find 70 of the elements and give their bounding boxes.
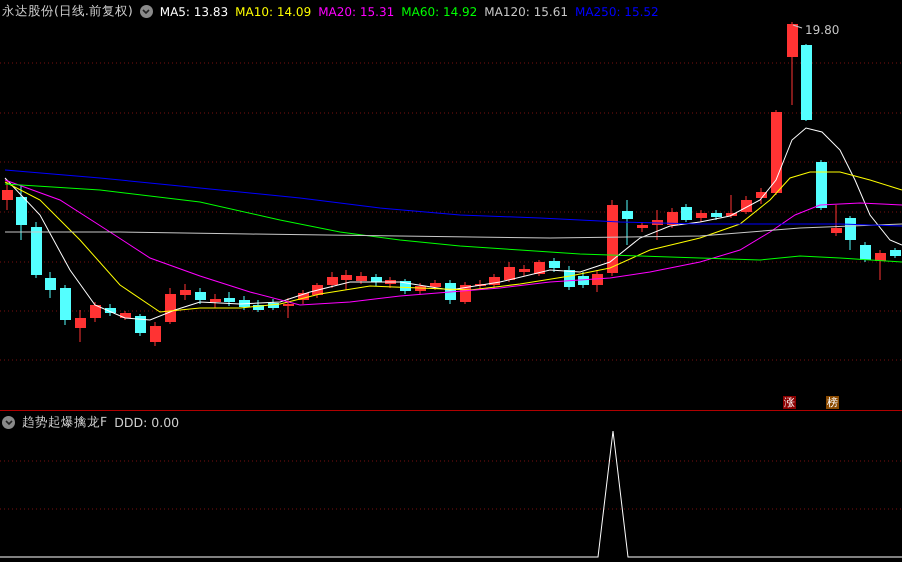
candlestick (622, 200, 633, 246)
candlestick (312, 282, 323, 298)
indicator-title: 趋势起爆擒龙F (22, 414, 108, 431)
candlestick (298, 290, 309, 304)
candlestick (371, 274, 382, 286)
candlestick (400, 278, 411, 294)
candlestick (564, 266, 575, 290)
candlestick (845, 216, 856, 250)
candlestick (90, 302, 101, 322)
candlestick (741, 196, 752, 214)
candlestick (60, 284, 71, 326)
candlestick (283, 298, 294, 318)
candlestick (519, 264, 530, 276)
candlestick (356, 272, 367, 284)
candlestick (253, 300, 264, 312)
ma-legend-label: MA250: 15.52 (574, 4, 659, 18)
candlestick (475, 280, 486, 290)
candlestick (726, 194, 737, 218)
candlestick (268, 298, 279, 310)
high-price-label: 19.80 (805, 23, 840, 37)
candlestick (135, 314, 146, 336)
chevron-down-icon[interactable] (2, 416, 15, 429)
ma-legend-label: MA120: 15.61 (484, 4, 568, 18)
candlestick (327, 272, 338, 288)
candlestick (120, 310, 131, 320)
ma-legend-label: MA5: 13.83 (160, 4, 228, 18)
candlestick (637, 222, 648, 232)
signal-marker: 榜 (826, 396, 839, 409)
candlestick (2, 180, 13, 210)
candlestick (180, 284, 191, 300)
candlestick (165, 288, 176, 324)
candlestick (592, 270, 603, 292)
candlestick (430, 280, 441, 290)
candlestick (210, 294, 221, 308)
candlestick (239, 296, 250, 310)
candlestick (45, 272, 56, 298)
chevron-down-icon[interactable] (140, 5, 153, 18)
indicator-value: DDD: 0.00 (114, 415, 180, 430)
candlestick (667, 208, 678, 228)
candlestick (31, 222, 42, 278)
ma-legend-label: MA60: 14.92 (401, 4, 478, 18)
candlestick (681, 204, 692, 222)
candlestick (652, 210, 663, 240)
candlestick (696, 210, 707, 222)
candlestick (195, 288, 206, 304)
candlestick (890, 248, 901, 258)
candlestick (831, 204, 842, 236)
candlestick (711, 210, 722, 220)
signal-marker: 涨 (783, 396, 796, 409)
candlestick (534, 260, 545, 276)
candlestick (341, 270, 352, 290)
candlestick (816, 160, 827, 210)
candlestick (105, 304, 116, 316)
candlestick (445, 280, 456, 304)
ma-legend-label: MA20: 15.31 (318, 4, 394, 18)
candlestick (578, 272, 589, 288)
candlestick (549, 258, 560, 272)
candlestick (489, 274, 500, 288)
candlestick (75, 310, 86, 342)
chart-title: 永达股份(日线.前复权) (2, 3, 133, 20)
candlestick (415, 282, 426, 294)
candlestick (224, 292, 235, 306)
candlestick (756, 188, 767, 204)
candlestick (504, 262, 515, 282)
candlestick (385, 276, 396, 288)
candlestick (16, 184, 27, 240)
candlestick (150, 322, 161, 346)
ma-legend-label: MA10: 14.09 (235, 4, 312, 18)
candlestick (860, 242, 871, 262)
candlestick (875, 250, 886, 280)
